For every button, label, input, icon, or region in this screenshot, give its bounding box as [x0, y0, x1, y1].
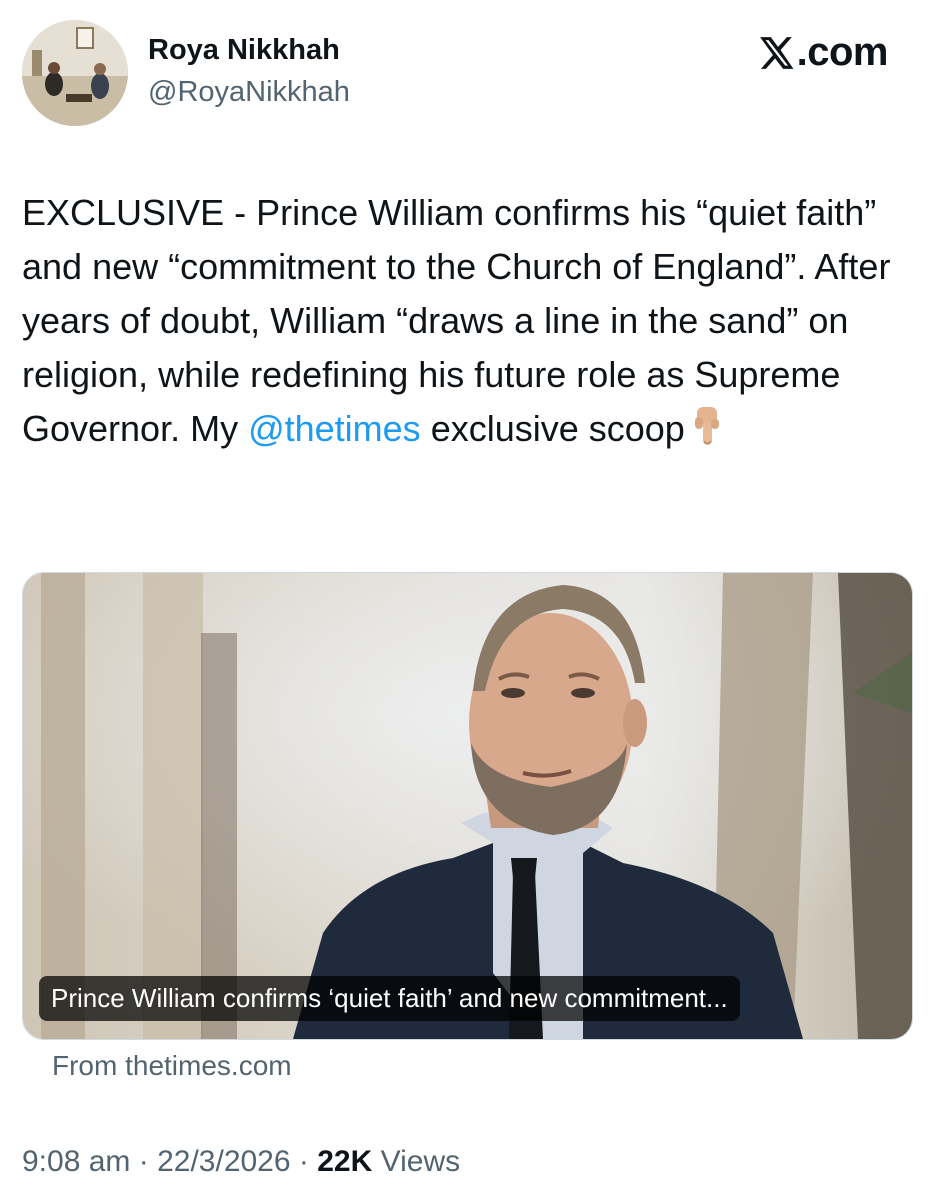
- meta-separator-2: ·: [298, 1145, 309, 1178]
- author-display-name[interactable]: Roya Nikkhah: [148, 34, 340, 67]
- tweet-time[interactable]: 9:08 am: [22, 1145, 130, 1178]
- source-site-text: .com: [796, 30, 889, 74]
- avatar-photo: [22, 20, 128, 126]
- tweet-date[interactable]: 22/3/2026: [157, 1145, 290, 1178]
- link-card-caption[interactable]: Prince William confirms ‘quiet faith’ an…: [39, 976, 740, 1021]
- link-card[interactable]: Prince William confirms ‘quiet faith’ an…: [22, 572, 913, 1040]
- tweet-meta: 9:08 am · 22/3/2026 · 22K Views: [22, 1145, 460, 1179]
- views-count: 22K: [317, 1145, 373, 1178]
- tweet-text: EXCLUSIVE - Prince William confirms his …: [22, 186, 912, 464]
- link-source-text[interactable]: From thetimes.com: [52, 1050, 292, 1082]
- author-handle[interactable]: @RoyaNikkhah: [148, 76, 350, 109]
- article-photo: [23, 573, 912, 1039]
- views-label: Views: [380, 1145, 461, 1178]
- author-avatar[interactable]: [22, 20, 128, 126]
- tweet-body-end: exclusive scoop: [420, 408, 685, 449]
- x-logo-icon: [759, 36, 794, 69]
- mention-link[interactable]: @thetimes: [248, 408, 421, 449]
- meta-separator: ·: [138, 1145, 149, 1178]
- source-logo: .com: [757, 30, 889, 75]
- pointing-down-hand-icon: [691, 405, 725, 464]
